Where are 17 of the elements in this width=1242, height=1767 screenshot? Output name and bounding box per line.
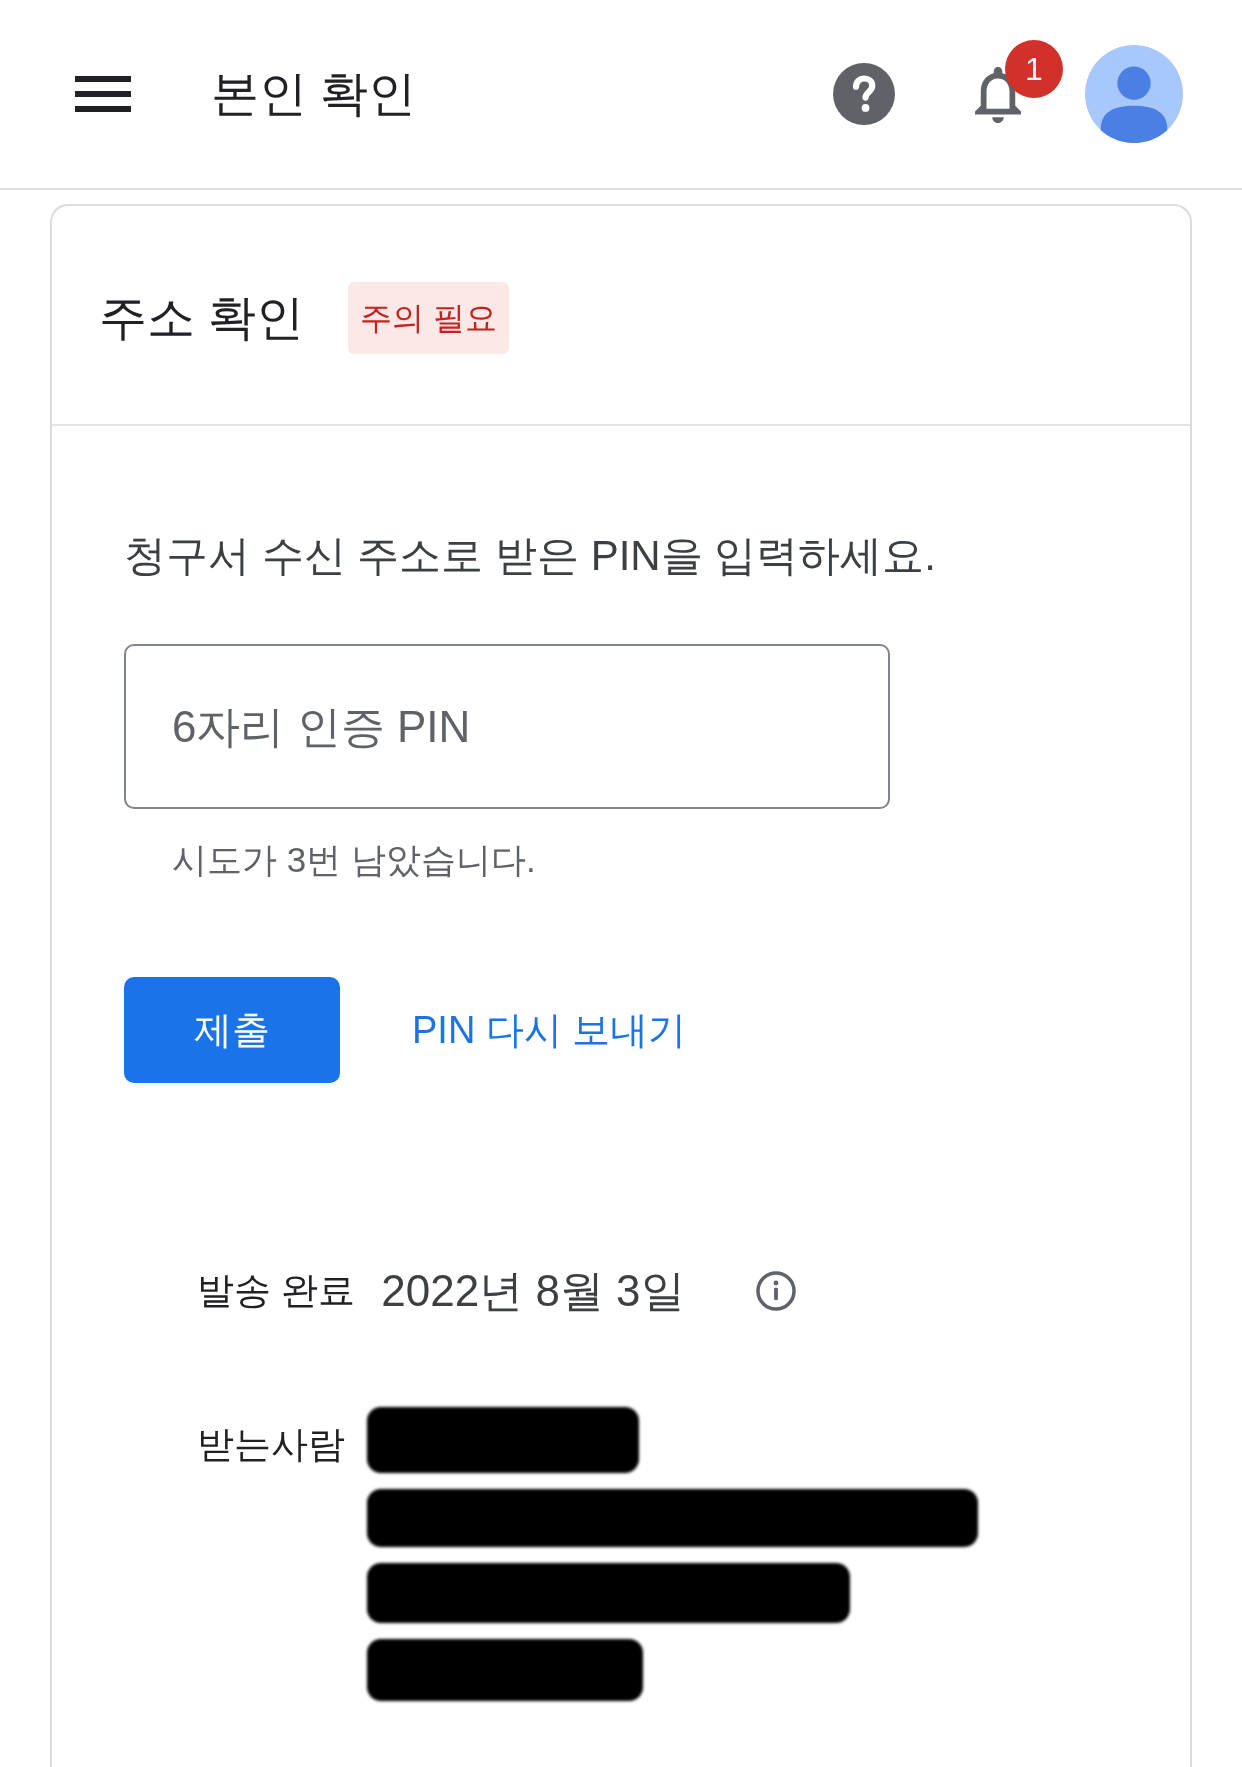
detail-label: 발송 완료 bbox=[197, 1269, 356, 1313]
resend-pin-link[interactable]: PIN 다시 보내기 bbox=[412, 1011, 687, 1049]
notification-badge: 1 bbox=[1005, 40, 1063, 98]
pin-input-field[interactable]: 6자리 인증 PIN bbox=[124, 644, 890, 809]
helper-text: 시도가 3번 남았습니다. bbox=[172, 839, 536, 881]
page-title: 본인 확인 bbox=[211, 70, 417, 118]
instruction-text: 청구서 수신 주소로 받은 PIN을 입력하세요. bbox=[124, 531, 937, 581]
avatar-icon[interactable] bbox=[1085, 45, 1183, 143]
bell-icon[interactable] bbox=[975, 67, 1021, 123]
help-icon[interactable] bbox=[833, 63, 895, 125]
card-title: 주소 확인 bbox=[99, 294, 305, 342]
detail-label: 받는사람 bbox=[197, 1423, 345, 1467]
menu-icon[interactable] bbox=[75, 74, 131, 114]
status-badge: 주의 필요 bbox=[348, 282, 510, 354]
submit-button[interactable]: 제출 bbox=[124, 977, 340, 1083]
detail-value: 2022년 8월 3일 bbox=[381, 1267, 685, 1315]
info-icon[interactable] bbox=[754, 1270, 797, 1312]
